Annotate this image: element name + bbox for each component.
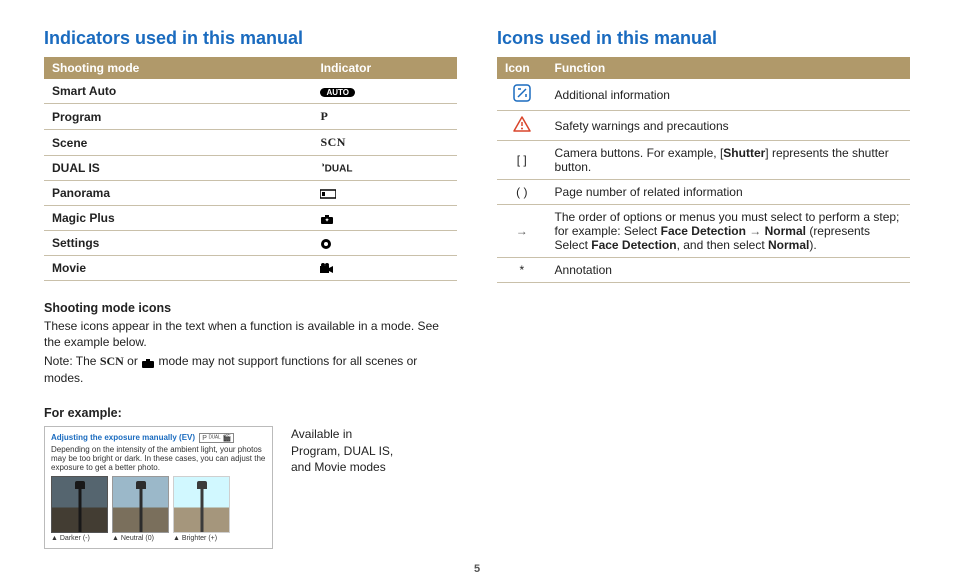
note-icon	[497, 79, 547, 111]
example-box: Adjusting the exposure manually (EV) P ᴰ…	[44, 426, 273, 550]
shooting-mode-icons-title: Shooting mode icons	[44, 301, 457, 315]
table-row: * Annotation	[497, 258, 910, 283]
shooting-mode-icons-desc: These icons appear in the text when a fu…	[44, 318, 457, 350]
magic-plus-icon: ✦	[312, 206, 457, 231]
table-row: Magic Plus✦	[44, 206, 457, 231]
parens-icon: ( )	[497, 180, 547, 205]
magic-plus-inline-icon	[141, 357, 155, 368]
left-column: Indicators used in this manual Shooting …	[44, 28, 457, 549]
table-row: Additional information	[497, 79, 910, 111]
table-row: Movie	[44, 256, 457, 281]
th-indicator: Indicator	[312, 57, 457, 79]
table-row: ( ) Page number of related information	[497, 180, 910, 205]
arrow-icon: →	[497, 205, 547, 258]
right-column: Icons used in this manual Icon Function …	[497, 28, 910, 549]
scn-inline-icon: SCN	[100, 354, 124, 368]
th-shooting-mode: Shooting mode	[44, 57, 312, 79]
svg-text:✦: ✦	[325, 217, 330, 224]
th-icon: Icon	[497, 57, 547, 79]
settings-icon	[312, 231, 457, 256]
warning-icon	[497, 111, 547, 141]
asterisk-icon: *	[497, 258, 547, 283]
auto-icon: AUTO	[320, 88, 355, 97]
brackets-icon: [ ]	[497, 141, 547, 180]
right-heading: Icons used in this manual	[497, 28, 910, 49]
left-heading: Indicators used in this manual	[44, 28, 457, 49]
page-number: 5	[44, 563, 910, 575]
icons-table: Icon Function Additional information Saf…	[497, 57, 910, 283]
table-row: Panorama	[44, 181, 457, 206]
example-title: Adjusting the exposure manually (EV)	[51, 433, 195, 442]
dual-is-icon: ◑DUAL	[312, 156, 457, 181]
for-example-label: For example:	[44, 406, 457, 420]
example-desc: Depending on the intensity of the ambien…	[51, 445, 266, 473]
table-row: [ ] Camera buttons. For example, [Shutte…	[497, 141, 910, 180]
panorama-icon	[312, 181, 457, 206]
table-row: Settings	[44, 231, 457, 256]
table-row: DUAL IS◑DUAL	[44, 156, 457, 181]
example-modes-badge: P ᴰᵁᴬᴸ 🎬	[199, 433, 234, 443]
thumb-darker: ▲ Darker (-)	[51, 476, 106, 542]
table-row: → The order of options or menus you must…	[497, 205, 910, 258]
shooting-mode-table: Shooting mode Indicator Smart AutoAUTO P…	[44, 57, 457, 281]
scene-icon: SCN	[312, 130, 457, 156]
program-icon: P	[312, 104, 457, 130]
shooting-mode-icons-note: Note: The SCN or mode may not support fu…	[44, 353, 457, 385]
table-row: Smart AutoAUTO	[44, 79, 457, 104]
th-function: Function	[547, 57, 910, 79]
table-row: Safety warnings and precautions	[497, 111, 910, 141]
table-row: SceneSCN	[44, 130, 457, 156]
table-row: ProgramP	[44, 104, 457, 130]
movie-icon	[312, 256, 457, 281]
thumb-brighter: ▲ Brighter (+)	[173, 476, 228, 542]
thumb-neutral: ▲ Neutral (0)	[112, 476, 167, 542]
example-side-caption: Available in Program, DUAL IS, and Movie…	[291, 426, 401, 476]
